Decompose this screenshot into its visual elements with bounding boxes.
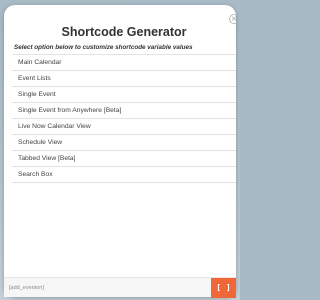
option-schedule-view[interactable]: Schedule View: [12, 135, 236, 151]
option-tabbed-view[interactable]: Tabbed View [Beta]: [12, 151, 236, 167]
option-live-now-calendar-view[interactable]: Live Now Calendar View: [12, 119, 236, 135]
option-search-box[interactable]: Search Box: [12, 167, 236, 183]
shortcode-options-list: Main Calendar Event Lists Single Event S…: [12, 54, 236, 183]
option-single-event[interactable]: Single Event: [12, 87, 236, 103]
shortcode-brackets-icon: [ ]: [216, 283, 231, 292]
modal-footer: [ ]: [4, 277, 236, 298]
insert-shortcode-button[interactable]: [ ]: [211, 278, 236, 298]
close-icon[interactable]: ×: [229, 14, 236, 24]
shortcode-output-field[interactable]: [9, 283, 159, 293]
modal-subtitle: Select option below to customize shortco…: [14, 44, 193, 51]
modal-title: Shortcode Generator: [61, 25, 187, 39]
option-event-lists[interactable]: Event Lists: [12, 71, 236, 87]
option-single-event-from-anywhere[interactable]: Single Event from Anywhere [Beta]: [12, 103, 236, 119]
option-main-calendar[interactable]: Main Calendar: [12, 55, 236, 71]
shortcode-generator-modal: × Shortcode Generator Select option belo…: [4, 5, 236, 297]
